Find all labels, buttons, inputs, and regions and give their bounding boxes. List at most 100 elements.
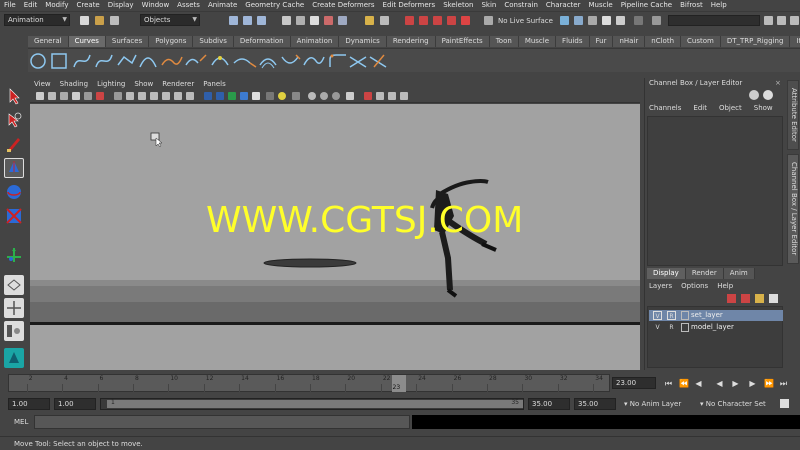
step-forward-frame-icon[interactable]: ▶ <box>748 379 757 388</box>
shelf-tab-subdivs[interactable]: Subdivs <box>193 36 234 47</box>
new-layer-selected-icon[interactable] <box>741 294 750 303</box>
select-component-icon[interactable] <box>257 16 266 25</box>
shelf-tab-muscle[interactable]: Muscle <box>518 36 557 47</box>
play-forwards-icon[interactable]: ▶ <box>731 379 740 388</box>
create-nurbs-square-icon[interactable] <box>51 53 67 69</box>
layer-options-icon[interactable] <box>769 294 778 303</box>
cv-curve-tool-icon[interactable] <box>73 54 91 68</box>
reverse-curve-icon[interactable] <box>281 54 301 64</box>
step-back-frame-icon[interactable]: ◀ <box>694 379 703 388</box>
channel-box-menu-channels[interactable]: Channels <box>649 104 681 112</box>
layer-row[interactable]: V Rset_layer <box>649 310 783 321</box>
mask-curves-icon[interactable] <box>310 16 319 25</box>
selection-mode-dropdown[interactable]: Objects ▼ <box>140 14 200 26</box>
resolution-gate-icon[interactable] <box>138 92 146 100</box>
attribute-editor-tab[interactable]: Attribute Editor <box>787 80 799 150</box>
fillet-curve-icon[interactable] <box>329 54 346 68</box>
safe-title-icon[interactable] <box>186 92 194 100</box>
select-object-icon[interactable] <box>243 16 252 25</box>
ep-curve-tool-icon[interactable] <box>95 54 113 68</box>
menuset-dropdown[interactable]: Animation ▼ <box>4 14 70 26</box>
menu-geometry-cache[interactable]: Geometry Cache <box>245 1 304 9</box>
screen-space-ao-icon[interactable] <box>292 92 300 100</box>
shelf-tab-painteffects[interactable]: PaintEffects <box>435 36 490 47</box>
layer-tab-render[interactable]: Render <box>685 268 724 279</box>
menu-file[interactable]: File <box>4 1 16 9</box>
channel-box-menu-edit[interactable]: Edit <box>693 104 707 112</box>
four-view-layout-icon[interactable] <box>4 298 24 318</box>
end-time-field[interactable]: 35.00 <box>574 398 616 410</box>
shelf-tab-fluids[interactable]: Fluids <box>556 36 590 47</box>
smooth-shade-icon[interactable] <box>216 92 224 100</box>
lights-icon[interactable] <box>278 92 286 100</box>
field-chart-icon[interactable] <box>162 92 170 100</box>
render-settings-icon[interactable] <box>602 16 611 25</box>
use-all-lights-icon[interactable] <box>252 92 260 100</box>
anim-layer-dropdown[interactable]: ▾ No Anim Layer <box>624 398 682 410</box>
mask-deformers-icon[interactable] <box>338 16 347 25</box>
snap-grid-icon[interactable] <box>405 16 414 25</box>
wireframe-on-shaded-icon[interactable] <box>228 92 236 100</box>
channel-box-menu-object[interactable]: Object <box>719 104 742 112</box>
layer-reference-toggle[interactable]: R <box>667 323 676 332</box>
anim-start-field[interactable]: 1.00 <box>54 398 96 410</box>
current-frame-marker[interactable]: 23 <box>391 375 406 392</box>
command-language-label[interactable]: MEL <box>14 418 28 426</box>
layer-color-swatch[interactable] <box>681 311 689 320</box>
ipr-render-icon[interactable] <box>574 16 583 25</box>
menu-window[interactable]: Window <box>142 1 170 9</box>
viewport-menu-lighting[interactable]: Lighting <box>97 80 125 88</box>
start-time-field[interactable]: 1.00 <box>8 398 50 410</box>
offset-curve-icon[interactable] <box>259 58 277 69</box>
menu-display[interactable]: Display <box>108 1 134 9</box>
menu-bifrost[interactable]: Bifrost <box>680 1 703 9</box>
xray-joints-icon[interactable] <box>376 92 384 100</box>
select-tool-icon[interactable] <box>4 86 24 106</box>
viewport-3d[interactable]: WWW.CGTSJ.COM <box>30 104 640 370</box>
menu-muscle[interactable]: Muscle <box>588 1 612 9</box>
menu-edit[interactable]: Edit <box>24 1 38 9</box>
isolate-select-icon[interactable] <box>346 92 354 100</box>
play-backwards-icon[interactable]: ◀ <box>715 379 724 388</box>
viewport-menu-panels[interactable]: Panels <box>203 80 226 88</box>
command-input[interactable] <box>34 415 410 429</box>
create-nurbs-circle-icon[interactable] <box>30 53 46 69</box>
character-set-dropdown[interactable]: ▾ No Character Set <box>700 398 766 410</box>
lock-selection-icon[interactable] <box>365 16 374 25</box>
menu-modify[interactable]: Modify <box>45 1 68 9</box>
step-back-key-icon[interactable]: ⏪ <box>679 379 689 388</box>
shelf-tab-dynamics[interactable]: Dynamics <box>339 36 387 47</box>
wireframe-icon[interactable] <box>204 92 212 100</box>
gate-mask-icon[interactable] <box>150 92 158 100</box>
toggle-tool-settings-icon[interactable] <box>777 16 786 25</box>
menu-edit-deformers[interactable]: Edit Deformers <box>383 1 436 9</box>
go-to-start-icon[interactable]: ⏮ <box>664 379 673 388</box>
mudbox-icon[interactable] <box>4 348 24 368</box>
render-view-icon[interactable] <box>588 16 597 25</box>
paint-select-tool-icon[interactable] <box>4 134 24 154</box>
lasso-tool-icon[interactable] <box>4 110 24 130</box>
save-scene-icon[interactable] <box>110 16 119 25</box>
viewport-menu-renderer[interactable]: Renderer <box>162 80 194 88</box>
snap-point-icon[interactable] <box>433 16 442 25</box>
xray-active-icon[interactable] <box>388 92 396 100</box>
single-view-layout-icon[interactable] <box>4 275 24 295</box>
detach-curves-icon[interactable] <box>185 54 207 66</box>
menu-assets[interactable]: Assets <box>177 1 200 9</box>
input-mode-icon[interactable] <box>634 16 643 25</box>
range-slider-handle[interactable]: 1 35 <box>107 399 523 408</box>
universal-manipulator-icon[interactable] <box>4 245 24 265</box>
arc-tool-icon[interactable] <box>139 57 157 68</box>
film-gate-icon[interactable] <box>126 92 134 100</box>
new-scene-icon[interactable] <box>80 16 89 25</box>
safe-action-icon[interactable] <box>174 92 182 100</box>
quick-input-field[interactable] <box>668 15 760 26</box>
shelf-tab-fur[interactable]: Fur <box>589 36 614 47</box>
shelf-tab-item[interactable]: Item <box>790 36 800 47</box>
grease-pencil-icon[interactable] <box>96 92 104 100</box>
channel-box-tab[interactable]: Channel Box / Layer Editor <box>787 154 799 264</box>
toggle-attribute-editor-icon[interactable] <box>764 16 773 25</box>
layer-paint-icon[interactable] <box>755 294 764 303</box>
motion-blur-icon[interactable] <box>308 92 316 100</box>
anim-end-field[interactable]: 35.00 <box>528 398 570 410</box>
